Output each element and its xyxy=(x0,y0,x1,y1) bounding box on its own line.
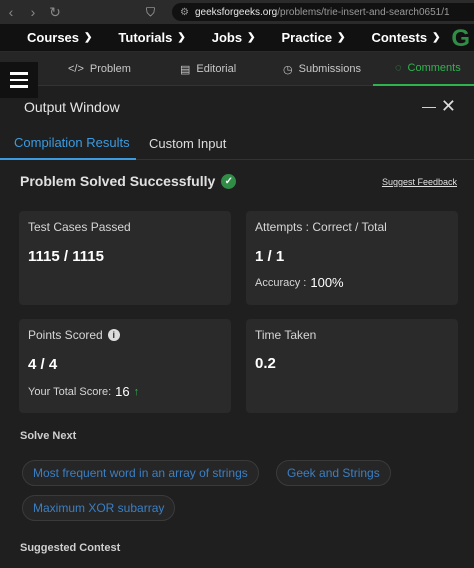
time-card: Time Taken 0.2 xyxy=(246,319,458,413)
code-icon: </> xyxy=(68,63,84,75)
accuracy: Accuracy :100% xyxy=(255,275,344,290)
check-circle-icon: ✓ xyxy=(221,173,237,189)
nav-label: Jobs xyxy=(211,30,243,45)
solve-next-link[interactable]: Geek and Strings xyxy=(276,460,391,486)
card-label: Time Taken xyxy=(255,328,317,342)
tab-label: Editorial xyxy=(196,63,237,75)
chevron-down-icon: ❯ xyxy=(84,32,93,43)
tab-compilation-results[interactable]: Compilation Results xyxy=(0,126,136,160)
card-label: Attempts : Correct / Total xyxy=(255,220,387,234)
solve-next-link[interactable]: Maximum XOR subarray xyxy=(22,495,176,521)
info-icon[interactable]: i xyxy=(107,329,120,341)
nav-label: Contests xyxy=(371,30,428,45)
solve-next-title: Solve Next xyxy=(20,430,77,442)
arrow-up-icon: ↑ xyxy=(133,385,140,398)
tab-editorial[interactable]: ▤ Editorial xyxy=(180,52,236,86)
nav-tutorials[interactable]: Tutorials ❯ xyxy=(118,30,185,45)
suggested-contest-title: Suggested Contest xyxy=(20,542,121,554)
points-card: Points Scored i 4 / 4 Your Total Score: 16… xyxy=(19,319,231,413)
status-text: Problem Solved Successfully xyxy=(20,173,216,189)
chevron-down-icon: ❯ xyxy=(432,32,441,43)
site-info-icon[interactable]: ⚙ xyxy=(180,7,189,18)
tab-label: Problem xyxy=(89,63,131,75)
attempts-card: Attempts : Correct / Total 1 / 1 Accurac… xyxy=(246,211,458,305)
output-window-header: Output Window — ✕ xyxy=(0,86,474,126)
accuracy-label: Accuracy : xyxy=(255,276,307,289)
nav-jobs[interactable]: Jobs ❯ xyxy=(212,30,256,45)
close-icon[interactable]: ✕ xyxy=(441,96,456,117)
tab-label: Comments xyxy=(407,62,461,74)
nav-label: Practice xyxy=(281,30,333,45)
accuracy-value: 100% xyxy=(310,275,344,290)
tab-problem[interactable]: </> Problem xyxy=(68,52,131,86)
forward-arrow-icon[interactable]: › xyxy=(22,0,44,24)
chevron-down-icon: ❯ xyxy=(337,32,346,43)
suggest-feedback-link[interactable]: Suggest Feedback xyxy=(382,177,457,187)
test-cases-value: 1115 / 1115 xyxy=(28,248,104,265)
total-score: Your Total Score: 16 ↑ xyxy=(28,384,139,399)
points-label: Points Scored xyxy=(28,328,103,342)
site-navigation: Courses ❯ Tutorials ❯ Jobs ❯ Practice ❯ Cont… xyxy=(0,24,474,52)
back-arrow-icon[interactable]: ‹ xyxy=(0,0,22,24)
status-message: Problem Solved Successfully ✓ xyxy=(20,173,237,189)
reload-icon[interactable]: ↻ xyxy=(44,0,66,24)
menu-icon[interactable] xyxy=(0,62,38,98)
tab-submissions[interactable]: ◷ Submissions xyxy=(283,52,361,86)
nav-practice[interactable]: Practice ❯ xyxy=(281,30,345,45)
tab-label: Submissions xyxy=(298,63,361,75)
problem-tabs: </> Problem ▤ Editorial ◷ Submissions ◌ Comm… xyxy=(0,52,474,86)
nav-courses[interactable]: Courses ❯ xyxy=(27,30,92,45)
nav-label: Tutorials xyxy=(118,30,173,45)
attempts-value: 1 / 1 xyxy=(255,248,285,265)
nav-label: Courses xyxy=(27,30,80,45)
card-label: Points Scored i xyxy=(28,328,120,342)
test-cases-card: Test Cases Passed 1115 / 1115 xyxy=(19,211,231,305)
solve-next-link[interactable]: Most frequent word in an array of string… xyxy=(22,460,259,486)
tab-custom-input[interactable]: Custom Input xyxy=(149,126,226,160)
document-icon: ▤ xyxy=(180,63,191,76)
output-window-title: Output Window xyxy=(24,99,120,115)
address-bar[interactable]: ⚙ geeksforgeeks.org/problems/trie-insert… xyxy=(172,3,474,21)
bookmark-icon[interactable]: ⛉ xyxy=(146,5,155,20)
chevron-down-icon: ❯ xyxy=(177,32,186,43)
nav-contests[interactable]: Contests ❯ xyxy=(371,30,440,45)
time-value: 0.2 xyxy=(255,355,276,372)
total-score-value: 16 xyxy=(115,384,130,399)
tab-comments[interactable]: ◌ Comments xyxy=(373,52,474,86)
gfg-logo[interactable]: G xyxy=(451,25,470,53)
url-domain: geeksforgeeks.org xyxy=(194,6,278,18)
card-label: Test Cases Passed xyxy=(28,220,131,234)
total-score-label: Your Total Score: xyxy=(28,385,112,398)
comment-icon: ◌ xyxy=(395,62,402,74)
browser-toolbar: ‹ › ↻ ⛉ ⚙ geeksforgeeks.org/problems/tri… xyxy=(0,0,474,24)
url-path: /problems/trie-insert-and-search0651/1 xyxy=(277,6,450,18)
minimize-icon[interactable]: — xyxy=(422,98,436,114)
chevron-down-icon: ❯ xyxy=(247,32,256,43)
clock-icon: ◷ xyxy=(283,63,293,76)
result-tabs: Compilation Results Custom Input xyxy=(0,126,474,160)
points-value: 4 / 4 xyxy=(28,356,58,373)
